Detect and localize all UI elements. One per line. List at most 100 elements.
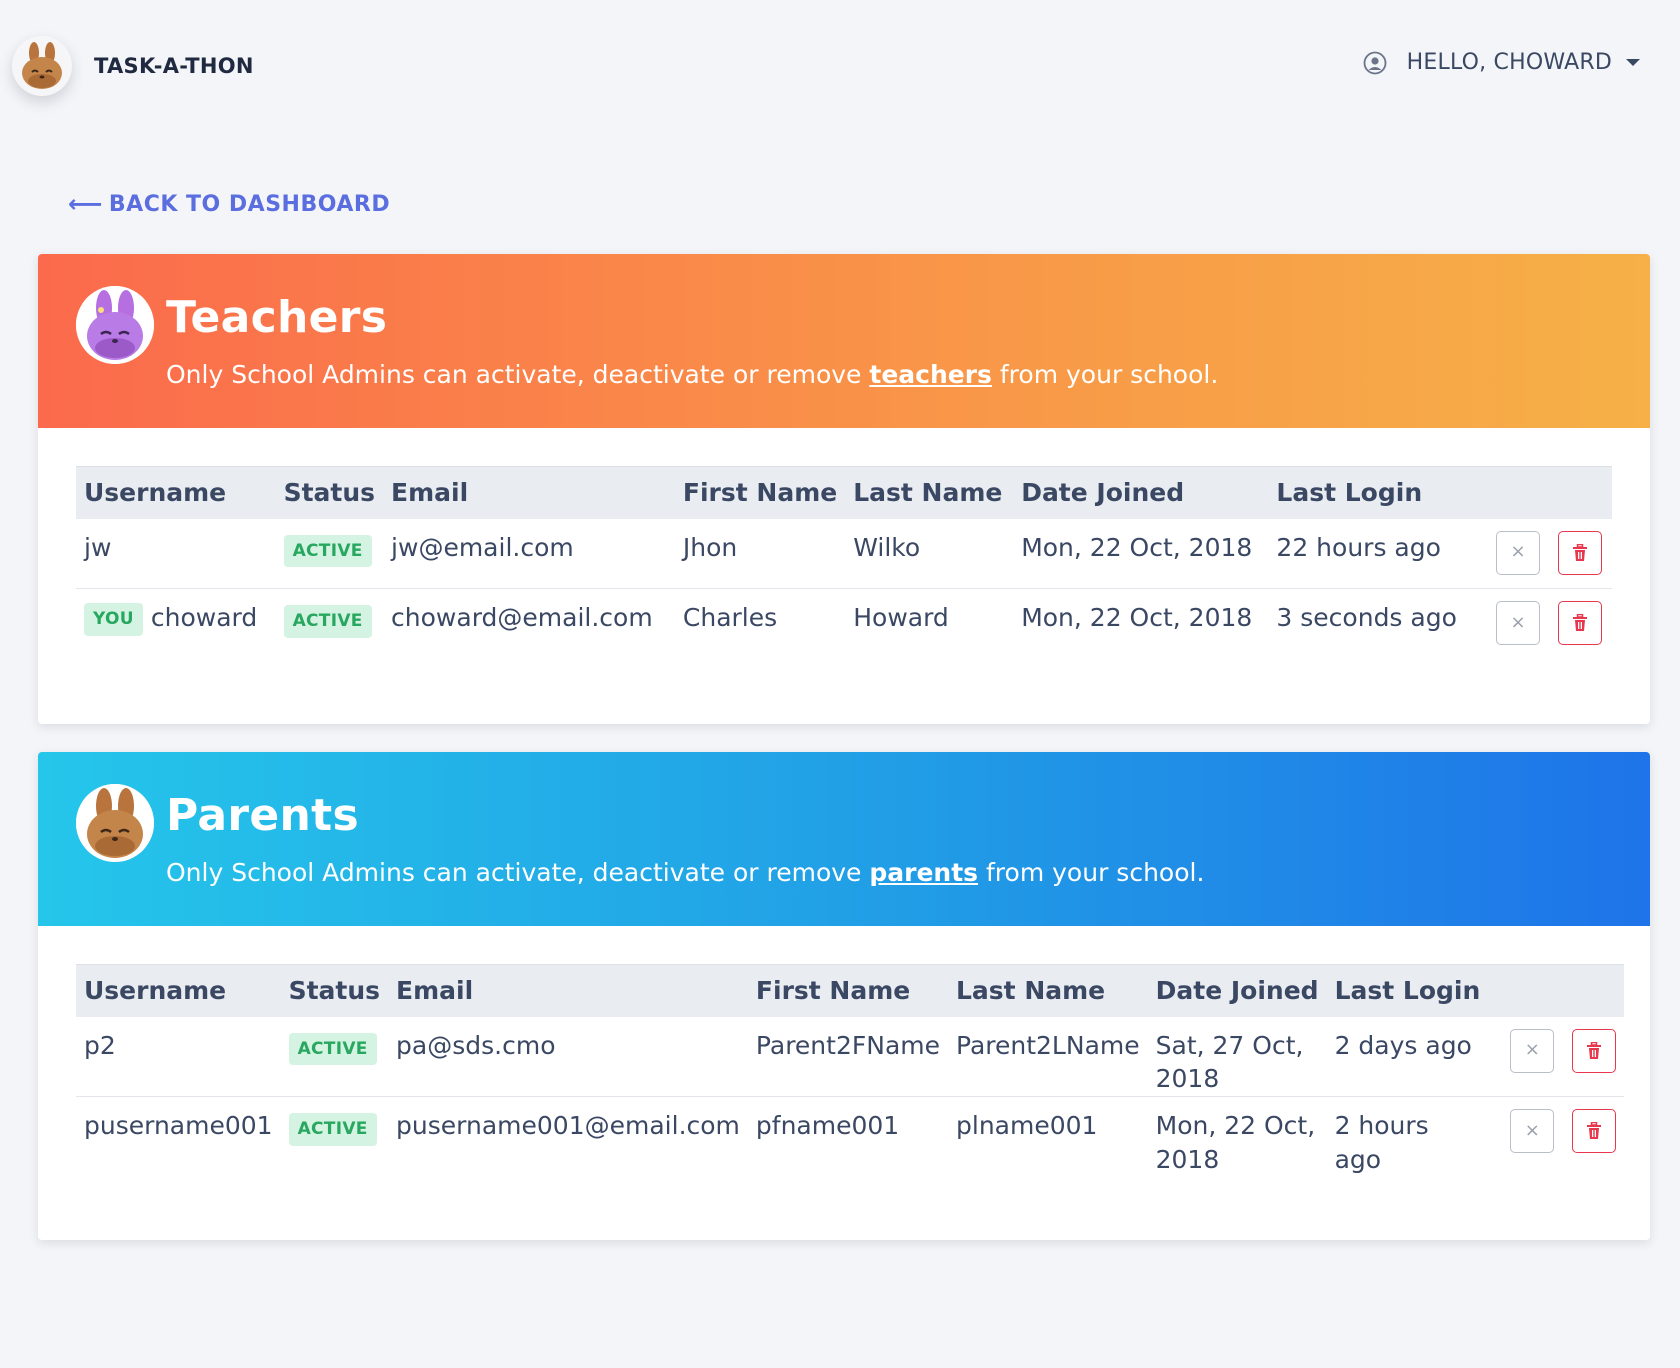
cell-date-joined: Mon, 22 Oct, 2018 [1021,603,1253,632]
parents-subtitle-pre: Only School Admins can activate, deactiv… [166,858,870,887]
delete-button[interactable] [1572,1109,1617,1153]
status-badge: ACTIVE [283,605,372,638]
cell-actions: × [1474,589,1612,659]
trash-icon [1587,1122,1602,1139]
cell-username: YOU choward [76,589,276,659]
delete-button[interactable] [1557,530,1602,575]
close-icon: × [1524,1119,1540,1141]
user-menu[interactable]: HELLO, CHOWARD [1363,50,1640,75]
username-text: jw [84,532,112,562]
close-icon: × [1510,611,1526,633]
col-actions [1488,964,1625,1017]
deactivate-button[interactable]: × [1510,1109,1555,1153]
teachers-header: Teachers Only School Admins can activate… [38,254,1650,428]
parents-table-header: Username Status Email First Name Last Na… [76,964,1625,1017]
cell-status: ACTIVE [275,518,384,589]
cell-date-joined: Mon, 22 Oct, 2018 [1155,1111,1316,1174]
parent-avatar [76,784,154,862]
col-first-name: First Name [674,466,846,519]
col-actions [1473,466,1612,519]
col-first-name: First Name [747,964,948,1017]
col-status: Status [275,466,384,519]
cell-actions: × [1488,1097,1624,1177]
deactivate-button[interactable]: × [1510,1028,1555,1073]
chevron-down-icon [1626,59,1640,66]
cell-status: ACTIVE [276,589,383,659]
delete-button[interactable] [1572,1028,1617,1073]
parents-header: Parents Only School Admins can activate,… [38,752,1650,926]
bunny-logo-icon [22,42,62,89]
cell-status: ACTIVE [281,1097,388,1177]
status-badge: ACTIVE [288,1113,377,1146]
col-last-login: Last Login [1326,964,1489,1017]
status-badge: ACTIVE [283,534,372,568]
parents-title: Parents [166,790,359,841]
brand[interactable]: TASK-A-THON [12,36,254,96]
cell-first-name: Charles [682,603,778,632]
col-email: Email [388,964,748,1017]
deactivate-button[interactable]: × [1495,530,1540,575]
username-text: choward [150,603,258,632]
parents-card: Parents Only School Admins can activate,… [38,752,1650,1240]
cell-email: pusername001@email.com [396,1111,740,1140]
trash-icon [1587,1041,1602,1059]
teachers-card: Teachers Only School Admins can activate… [38,254,1650,724]
cell-date-joined: Mon, 22 Oct, 2018 [1013,518,1269,589]
cell-last-name: Wilko [845,518,1014,589]
parents-subtitle-post: from your school. [978,858,1205,887]
teachers-subtitle-post: from your school. [991,360,1219,389]
close-icon: × [1510,541,1526,563]
cell-first-name: Parent2FName [747,1016,948,1097]
col-username: Username [76,466,276,519]
brand-logo [12,36,72,96]
cell-last-login: 3 seconds ago [1276,603,1457,632]
parents-subtitle: Only School Admins can activate, deactiv… [166,858,1204,887]
status-badge: ACTIVE [288,1032,377,1066]
deactivate-button[interactable]: × [1495,601,1540,645]
teachers-subtitle-pre: Only School Admins can activate, deactiv… [166,360,870,389]
cell-email: pa@sds.cmo [388,1016,748,1097]
cell-last-name: Howard [853,603,949,632]
parents-table: Username Status Email First Name Last Na… [76,964,1625,1177]
app-title: TASK-A-THON [94,54,254,78]
col-email: Email [383,466,675,519]
col-status: Status [280,964,389,1017]
table-row: p2 ACTIVE pa@sds.cmo Parent2FName Parent… [76,1016,1625,1097]
cell-email: jw@email.com [383,518,675,589]
cell-username: pusername001 [84,1111,273,1140]
close-icon: × [1524,1039,1540,1061]
brown-bunny-icon [76,784,154,862]
col-last-name: Last Name [845,466,1014,519]
teacher-avatar [76,286,154,364]
back-link-label: BACK TO DASHBOARD [108,191,391,217]
cell-username: p2 [76,1016,281,1097]
cell-first-name: Jhon [674,518,846,589]
teachers-link[interactable]: teachers [869,360,992,389]
trash-icon [1572,614,1587,631]
table-row: jw ACTIVE jw@email.com Jhon Wilko Mon, 2… [76,518,1612,589]
cell-status: ACTIVE [280,1016,389,1097]
cell-date-joined: Sat, 27 Oct, 2018 [1147,1016,1327,1097]
col-date-joined: Date Joined [1013,466,1269,519]
cell-actions: × [1488,1016,1625,1097]
cell-email: choward@email.com [391,603,653,632]
user-circle-icon [1363,51,1387,74]
cell-last-login: 22 hours ago [1268,518,1474,589]
delete-button[interactable] [1557,601,1602,645]
cell-last-login: 2 days ago [1326,1016,1489,1097]
cell-last-name: Parent2LName [948,1016,1148,1097]
col-last-name: Last Name [948,964,1148,1017]
top-bar: TASK-A-THON HELLO, CHOWARD [0,0,1680,130]
you-badge: YOU [84,603,143,636]
col-last-login: Last Login [1268,466,1474,519]
cell-actions: × [1473,518,1612,589]
back-to-dashboard-link[interactable]: ⟵ BACK TO DASHBOARD [68,190,390,218]
cell-last-name: plname001 [956,1111,1098,1140]
teachers-subtitle: Only School Admins can activate, deactiv… [166,360,1218,389]
col-date-joined: Date Joined [1147,964,1327,1017]
cell-last-login: 2 hours ago [1334,1111,1429,1174]
parents-link[interactable]: parents [869,858,978,887]
table-row: YOU choward ACTIVE choward@email.com Char… [76,589,1612,659]
trash-icon [1572,543,1587,561]
cell-first-name: pfname001 [755,1111,900,1140]
